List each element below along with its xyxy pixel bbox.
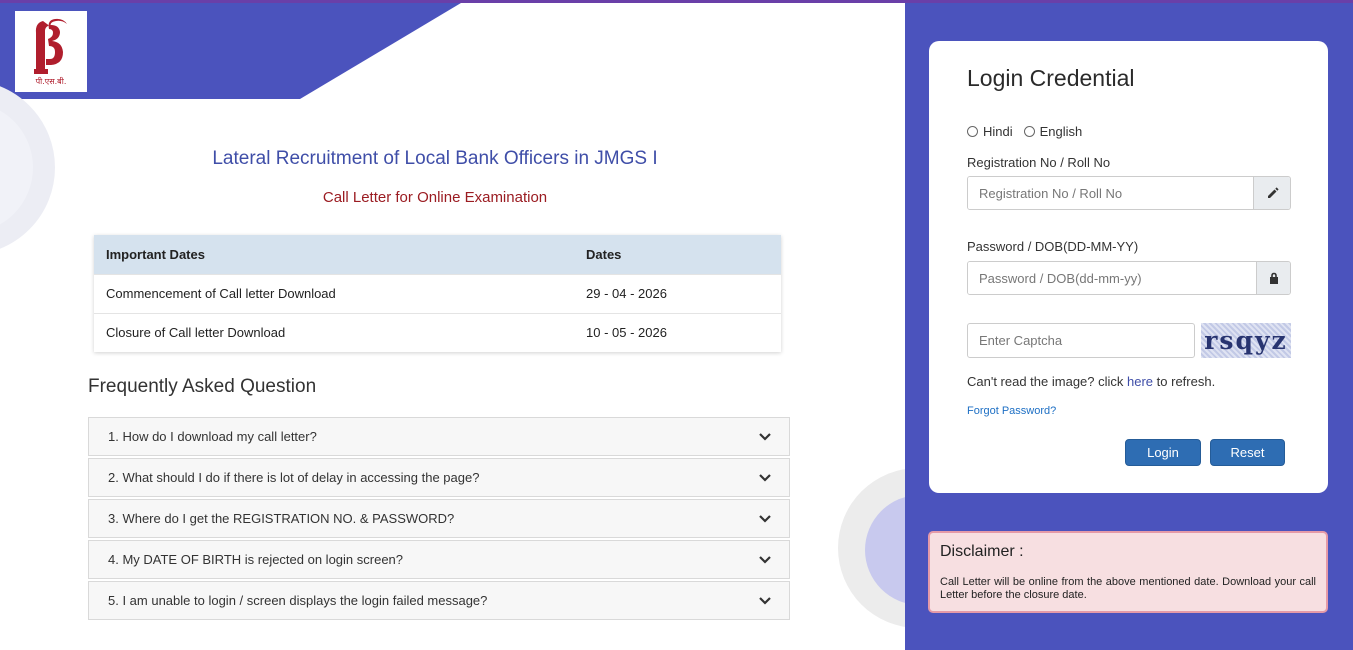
page-title: Lateral Recruitment of Local Bank Office… [212, 148, 658, 169]
chevron-down-icon [759, 514, 771, 523]
faq-question: 3. Where do I get the REGISTRATION NO. &… [108, 511, 455, 526]
faq-item[interactable]: 4. My DATE OF BIRTH is rejected on login… [88, 540, 790, 579]
table-cell-date: 29 - 04 - 2026 [574, 273, 781, 313]
faq-item[interactable]: 3. Where do I get the REGISTRATION NO. &… [88, 499, 790, 538]
radio-button[interactable] [1023, 126, 1035, 137]
faq-question: 4. My DATE OF BIRTH is rejected on login… [108, 552, 404, 567]
disclaimer-box: Disclaimer : Call Letter will be online … [928, 531, 1328, 613]
faq-question: 2. What should I do if there is lot of d… [108, 470, 480, 485]
faq-item[interactable]: 1. How do I download my call letter? [88, 417, 790, 456]
logo-text: पी.एस.बी. [35, 77, 67, 86]
registration-input-group: Registration No / Roll No [967, 176, 1291, 210]
language-option-hindi[interactable]: Hindi [967, 124, 1013, 139]
logo-mark-icon [34, 18, 67, 74]
table-header-row: Important Dates Dates [94, 235, 781, 274]
chevron-down-icon [759, 555, 771, 564]
faq-question: 1. How do I download my call letter? [108, 429, 317, 444]
faq-item[interactable]: 5. I am unable to login / screen display… [88, 581, 790, 620]
refresh-suffix: to refresh. [1153, 374, 1216, 389]
login-panel: Login Credential Hindi English Registrat… [905, 3, 1353, 650]
captcha-input[interactable]: Enter Captcha [967, 323, 1195, 358]
forgot-password-link[interactable]: Forgot Password? [967, 405, 1056, 417]
faq-accordion: 1. How do I download my call letter? 2. … [88, 417, 790, 622]
password-input[interactable]: Password / DOB(dd-mm-yy) [968, 262, 1256, 294]
column-header: Important Dates [94, 235, 574, 274]
table-cell-event: Commencement of Call letter Download [94, 273, 574, 313]
table-cell-event: Closure of Call letter Download [94, 312, 574, 352]
table-row: Closure of Call letter Download 10 - 05 … [94, 312, 781, 352]
language-option-english[interactable]: English [1023, 124, 1083, 139]
refresh-prefix: Can't read the image? click [967, 374, 1128, 389]
chevron-down-icon [759, 473, 771, 482]
registration-label: Registration No / Roll No [967, 155, 1111, 170]
page-subtitle: Call Letter for Online Examination [322, 189, 548, 206]
chevron-down-icon [759, 432, 771, 441]
password-label: Password / DOB(DD-MM-YY) [967, 239, 1139, 254]
table-row: Commencement of Call letter Download 29 … [94, 273, 781, 313]
language-selector: Hindi English [967, 124, 1093, 139]
header-band [0, 0, 466, 99]
faq-heading: Frequently Asked Question [88, 376, 317, 397]
language-label: Hindi [983, 124, 1013, 139]
chevron-down-icon [759, 596, 771, 605]
lock-icon [1256, 262, 1290, 294]
faq-question: 5. I am unable to login / screen display… [108, 593, 488, 608]
captcha-refresh-text: Can't read the image? click here to refr… [967, 374, 1215, 389]
login-button[interactable]: Login [1125, 439, 1201, 466]
captcha-image: rsqyz [1201, 323, 1291, 358]
password-input-group: Password / DOB(dd-mm-yy) [967, 261, 1291, 295]
reset-button[interactable]: Reset [1210, 439, 1285, 466]
radio-button[interactable] [967, 126, 978, 137]
disclaimer-text: Call Letter will be online from the abov… [940, 576, 1316, 601]
faq-item[interactable]: 2. What should I do if there is lot of d… [88, 458, 790, 497]
bank-logo: पी.एस.बी. [15, 11, 87, 92]
table-cell-date: 10 - 05 - 2026 [574, 312, 781, 352]
top-accent-line [0, 0, 1353, 3]
pencil-icon [1253, 177, 1290, 209]
registration-input[interactable]: Registration No / Roll No [968, 177, 1253, 209]
important-dates-table: Important Dates Dates Commencement of Ca… [94, 235, 781, 352]
column-header: Dates [574, 235, 781, 274]
disclaimer-title: Disclaimer : [940, 543, 1024, 560]
login-card: Login Credential Hindi English Registrat… [929, 41, 1328, 493]
main-content: पी.एस.बी. Lateral Recruitment of Local B… [0, 0, 905, 650]
refresh-captcha-link[interactable]: here [1127, 374, 1153, 389]
language-label: English [1039, 124, 1083, 139]
login-title: Login Credential [967, 65, 1135, 91]
